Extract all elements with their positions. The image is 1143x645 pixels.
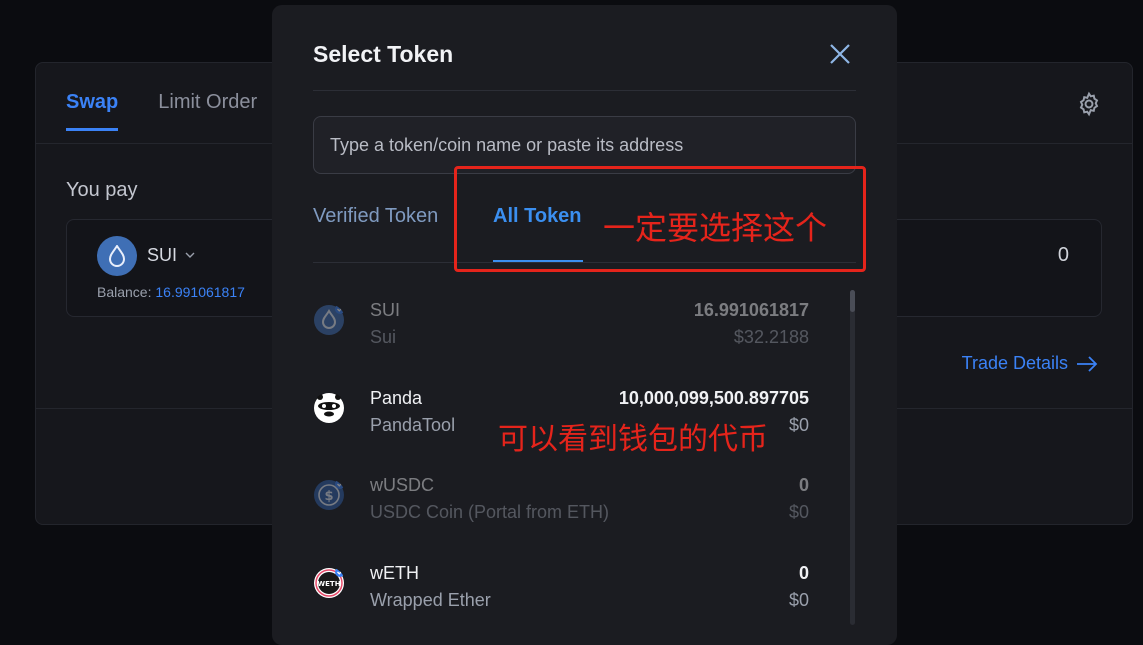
- token-balance: 10,000,099,500.897705: [618, 388, 809, 408]
- pay-token-symbol[interactable]: SUI: [147, 245, 177, 266]
- swap-tabs: Swap Limit Order: [66, 91, 257, 131]
- tab-verified-token[interactable]: Verified Token: [313, 205, 438, 228]
- svg-text:$: $: [324, 489, 333, 504]
- token-name: Sui: [370, 327, 397, 347]
- token-usd-value: $0: [788, 415, 809, 435]
- select-token-modal: Select Token Verified Token All Token SU…: [272, 5, 897, 645]
- token-balance: 0: [798, 475, 809, 495]
- token-usd-value: $0: [788, 502, 809, 522]
- token-row[interactable]: WETH wETH Wrapped Ether 0 $0: [313, 544, 829, 624]
- token-name: Wrapped Ether: [370, 590, 491, 610]
- token-symbol: wETH: [370, 563, 419, 583]
- arrow-right-icon: [1077, 355, 1098, 372]
- balance-label: Balance:: [97, 284, 152, 300]
- token-usd-value: $32.2188: [733, 327, 809, 347]
- annotation-wallet-hint: 可以看到钱包的代币: [498, 422, 768, 457]
- modal-title: Select Token: [313, 41, 454, 67]
- sui-icon: [97, 236, 137, 276]
- panda-icon: [314, 393, 344, 423]
- close-icon[interactable]: [829, 43, 851, 65]
- token-symbol: wUSDC: [370, 475, 435, 495]
- token-name: PandaTool: [370, 415, 456, 435]
- you-pay-label: You pay: [66, 179, 138, 201]
- token-symbol: Panda: [370, 388, 423, 408]
- token-balance: 16.991061817: [693, 300, 809, 320]
- token-symbol: SUI: [370, 300, 401, 320]
- token-row[interactable]: $ wUSDC USDC Coin (Portal from ETH) 0 $0: [313, 456, 829, 536]
- tab-limit-order[interactable]: Limit Order: [158, 91, 257, 131]
- sui-icon: [314, 304, 345, 335]
- usdc-icon: $: [314, 479, 345, 510]
- token-row[interactable]: SUI Sui 16.991061817 $32.2188: [313, 281, 829, 361]
- tab-swap[interactable]: Swap: [66, 91, 119, 131]
- weth-icon: WETH: [314, 567, 345, 598]
- pay-amount[interactable]: 0: [1058, 244, 1069, 267]
- scrollbar-thumb[interactable]: [850, 290, 855, 312]
- divider: [313, 90, 856, 91]
- annotation-select-hint: 一定要选择这个: [603, 209, 828, 247]
- gear-icon[interactable]: [1076, 91, 1102, 117]
- trade-details-label: Trade Details: [961, 353, 1068, 373]
- svg-text:WETH: WETH: [317, 580, 340, 588]
- chevron-down-icon[interactable]: [185, 250, 195, 260]
- trade-details-link[interactable]: Trade Details: [962, 353, 1098, 374]
- token-usd-value: $0: [788, 590, 809, 610]
- balance-value[interactable]: 16.991061817: [155, 284, 245, 300]
- balance: Balance: 16.991061817: [97, 284, 245, 300]
- scrollbar[interactable]: [850, 290, 855, 625]
- token-balance: 0: [798, 563, 809, 583]
- token-name: USDC Coin (Portal from ETH): [370, 502, 610, 522]
